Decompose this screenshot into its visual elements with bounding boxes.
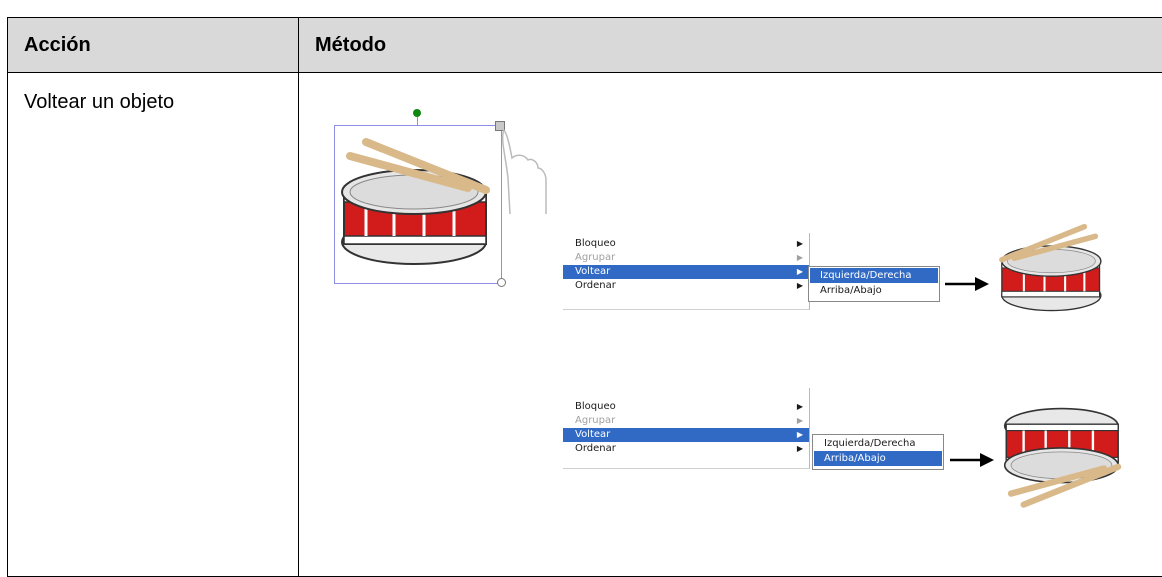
chevron-right-icon: ▶ <box>796 430 803 439</box>
table-header-row: Acción Método <box>8 18 1162 73</box>
chevron-right-icon: ▶ <box>796 253 803 262</box>
cell-accion: Voltear un objeto <box>24 91 175 113</box>
menu-item-ordenar[interactable]: Ordenar ▶ <box>563 442 809 456</box>
resize-handle[interactable] <box>497 278 506 287</box>
context-menu-top: Bloqueo ▶ Agrupar ▶ Voltear ▶ Ordenar ▶ <box>563 233 810 310</box>
submenu-bottom: Izquierda/Derecha Arriba/Abajo <box>812 434 944 470</box>
menu-item-voltear[interactable]: Voltear ▶ <box>563 265 809 279</box>
drum-image-flipped-vertical <box>1003 407 1122 508</box>
menu-item-agrupar[interactable]: Agrupar ▶ <box>563 414 809 428</box>
chevron-right-icon: ▶ <box>796 444 803 453</box>
menu-item-ordenar[interactable]: Ordenar ▶ <box>563 279 809 293</box>
menu-item-bloqueo[interactable]: Bloqueo ▶ <box>563 400 809 414</box>
drum-image <box>341 138 490 265</box>
chevron-right-icon: ▶ <box>796 416 803 425</box>
drum-image-flipped-horizontal <box>999 223 1102 312</box>
submenu-item-izquierda-derecha[interactable]: Izquierda/Derecha <box>810 268 938 283</box>
menu-item-bloqueo[interactable]: Bloqueo ▶ <box>563 237 809 251</box>
submenu-item-izquierda-derecha[interactable]: Izquierda/Derecha <box>814 436 942 451</box>
arrow-right-icon <box>945 277 989 291</box>
column-divider <box>298 18 299 576</box>
pointer-hand-icon <box>501 129 547 215</box>
chevron-right-icon: ▶ <box>796 239 803 248</box>
menu-item-agrupar[interactable]: Agrupar ▶ <box>563 251 809 265</box>
drum-image-original <box>341 138 490 265</box>
context-menu-bottom: Bloqueo ▶ Agrupar ▶ Voltear ▶ Ordenar ▶ <box>563 388 810 469</box>
header-accion: Acción <box>24 34 91 56</box>
chevron-right-icon: ▶ <box>796 267 803 276</box>
submenu-item-arriba-abajo[interactable]: Arriba/Abajo <box>814 451 942 466</box>
chevron-right-icon: ▶ <box>796 402 803 411</box>
submenu-top: Izquierda/Derecha Arriba/Abajo <box>808 266 940 302</box>
rotation-handle[interactable] <box>413 109 421 117</box>
submenu-item-arriba-abajo[interactable]: Arriba/Abajo <box>810 283 938 298</box>
arrow-right-icon <box>950 453 994 467</box>
chevron-right-icon: ▶ <box>796 281 803 290</box>
menu-item-voltear[interactable]: Voltear ▶ <box>563 428 809 442</box>
header-metodo: Método <box>315 34 387 56</box>
rotation-line <box>417 117 418 125</box>
